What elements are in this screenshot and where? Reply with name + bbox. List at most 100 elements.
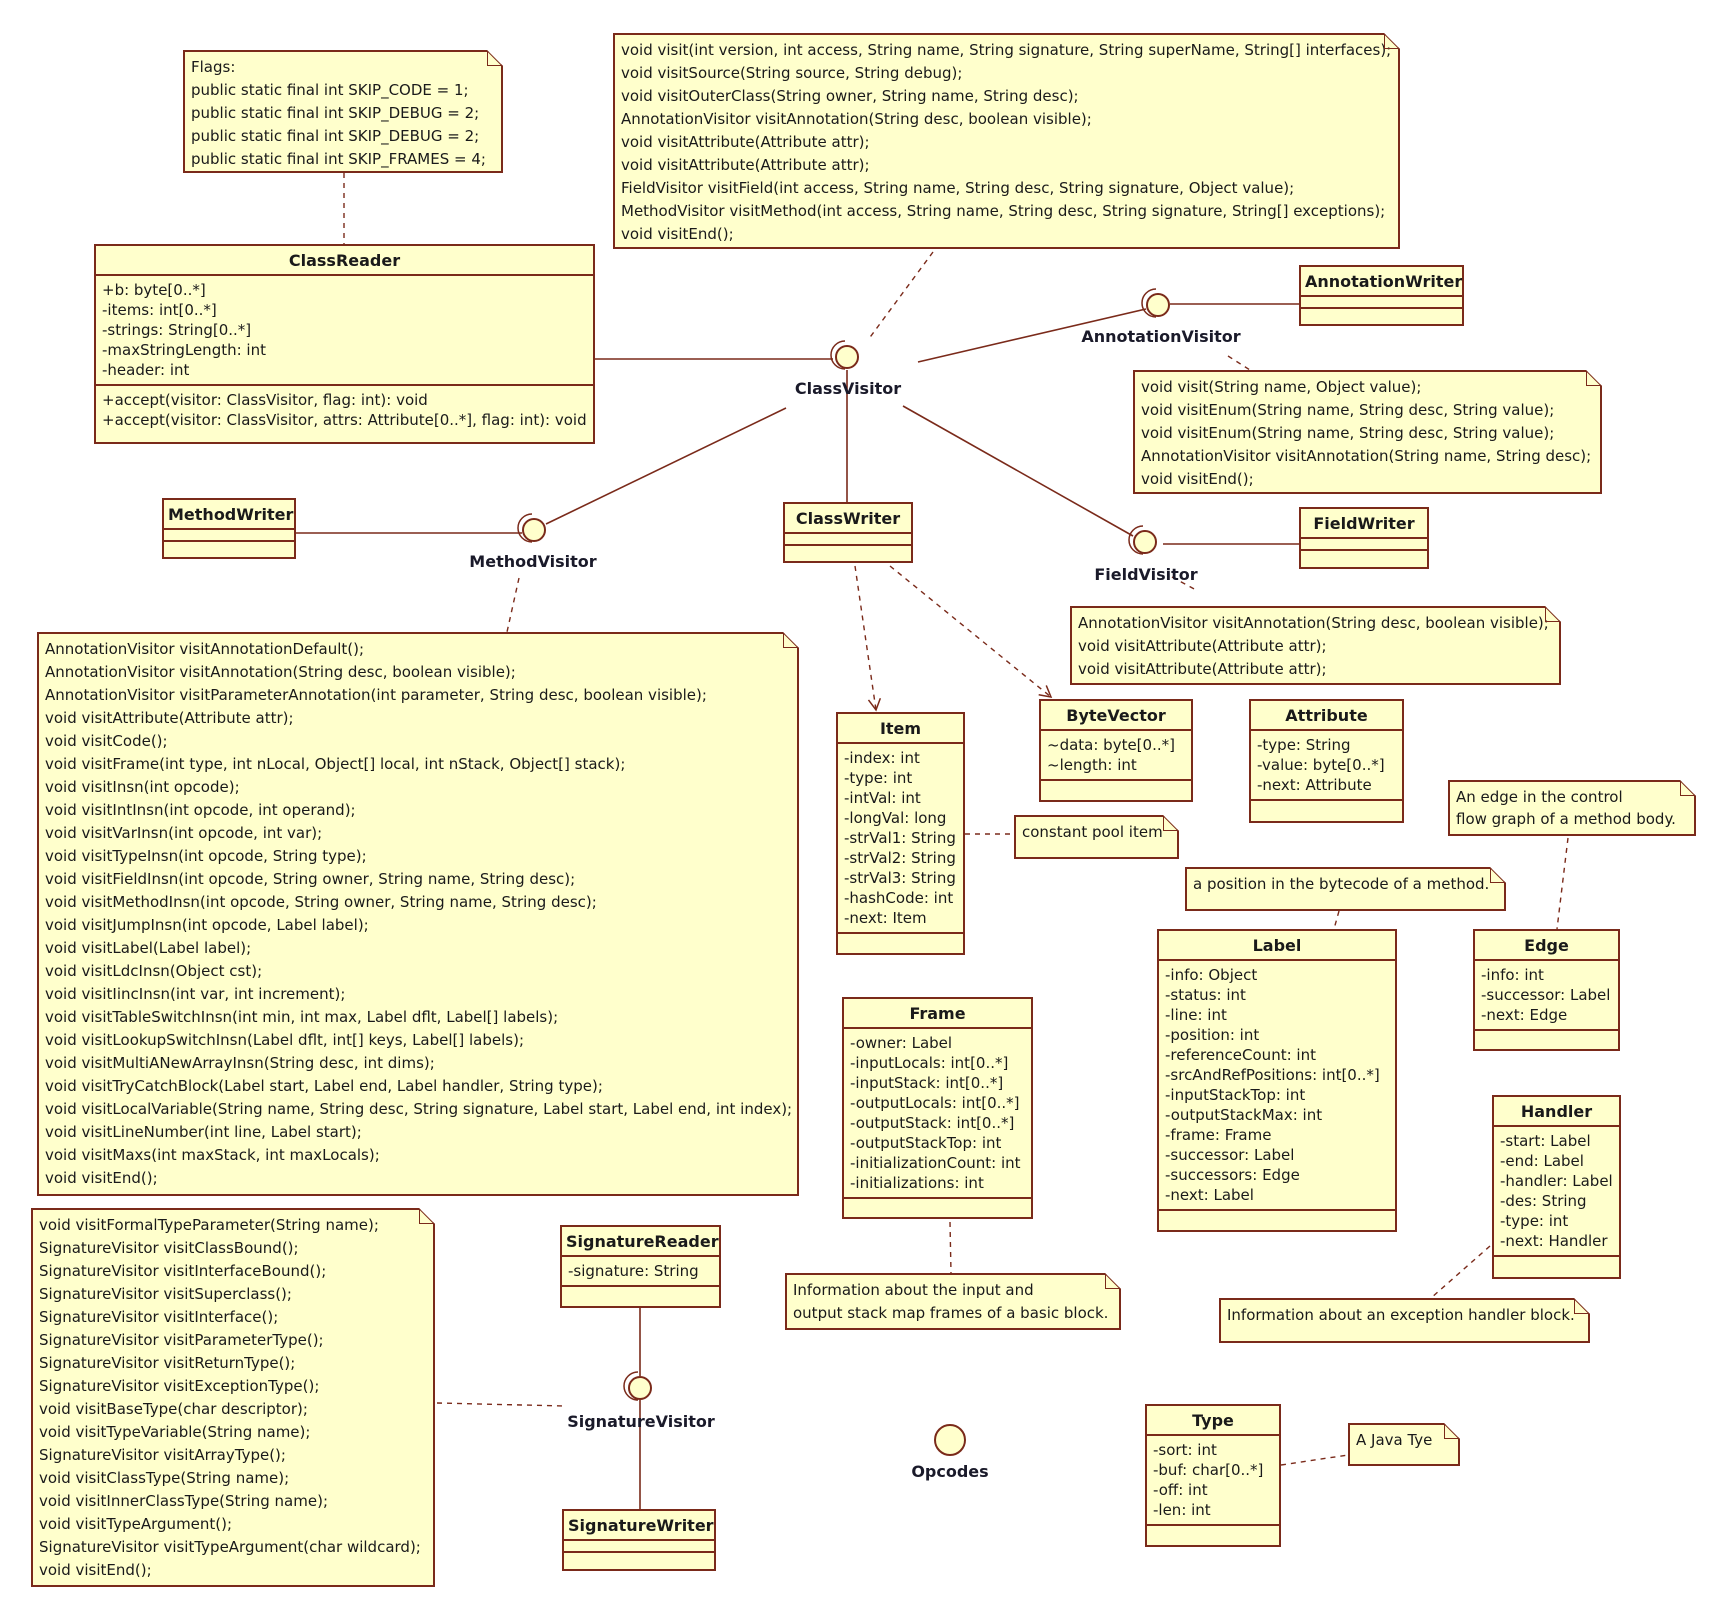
attribute: -next: Attribute — [1257, 776, 1372, 794]
method-writer-class[interactable]: MethodWriter — [162, 498, 296, 559]
note-line: SignatureVisitor visitParameterType(); — [39, 1331, 324, 1349]
class-name: Type — [1147, 1406, 1279, 1436]
attribute: ~length: int — [1047, 756, 1137, 774]
note-line: void visitSource(String source, String d… — [621, 64, 963, 82]
attribute: -outputStackTop: int — [850, 1134, 1002, 1152]
attribute: -next: Item — [844, 909, 927, 927]
class-name: Item — [838, 714, 963, 744]
class-attributes: ~data: byte[0..*] ~length: int — [1041, 731, 1191, 781]
note-line: void visitEnd(); — [621, 225, 734, 243]
class-reader-class[interactable]: ClassReader +b: byte[0..*] -items: int[0… — [94, 244, 595, 444]
note-line: void visitVarInsn(int opcode, int var); — [45, 824, 323, 842]
note-line: void visitLineNumber(int line, Label sta… — [45, 1123, 362, 1141]
anchor-annotationvisitor-note — [1227, 355, 1251, 371]
class-operations — [1475, 1031, 1618, 1053]
item-class[interactable]: Item -index: int -type: int -intVal: int… — [836, 712, 965, 955]
note-line: SignatureVisitor visitArrayType(); — [39, 1446, 286, 1464]
anchor-label-note — [1333, 910, 1340, 930]
class-name: FieldWriter — [1301, 509, 1427, 539]
note-line: void visitEnd(); — [45, 1169, 158, 1187]
attribute: -hashCode: int — [844, 889, 954, 907]
note-line: SignatureVisitor visitInterface(); — [39, 1308, 279, 1326]
note-line: flow graph of a method body. — [1456, 810, 1676, 828]
handler-class[interactable]: Handler -start: Label -end: Label -handl… — [1492, 1095, 1621, 1279]
note-line: constant pool item — [1022, 823, 1163, 841]
annotation-writer-class[interactable]: AnnotationWriter — [1299, 265, 1464, 326]
attribute: -next: Handler — [1500, 1232, 1608, 1250]
label-class[interactable]: Label -info: Object -status: int -line: … — [1157, 929, 1397, 1232]
label-note: a position in the bytecode of a method. — [1185, 867, 1506, 911]
class-attributes: -info: int -successor: Label -next: Edge — [1475, 961, 1618, 1031]
class-name: SignatureWriter — [564, 1511, 714, 1541]
annotation-visitor-label: AnnotationVisitor — [1081, 327, 1241, 346]
method-visitor-interface[interactable] — [517, 513, 546, 543]
class-operations — [564, 1553, 714, 1563]
attribute: -sort: int — [1153, 1441, 1217, 1459]
class-operations — [838, 934, 963, 956]
anchor-handler-note — [1430, 1245, 1491, 1299]
class-operations — [1147, 1526, 1279, 1548]
class-name: ClassReader — [96, 246, 593, 276]
note-line: void visitMultiANewArrayInsn(String desc… — [45, 1054, 435, 1072]
class-operations — [1251, 801, 1402, 823]
frame-class[interactable]: Frame -owner: Label -inputLocals: int[0.… — [842, 997, 1033, 1219]
class-writer-class[interactable]: ClassWriter — [783, 502, 913, 563]
class-attributes — [164, 530, 294, 542]
note-line: AnnotationVisitor visitAnnotationDefault… — [45, 640, 365, 658]
note-line: public static final int SKIP_DEBUG = 2; — [191, 127, 480, 145]
class-name: Frame — [844, 999, 1031, 1029]
class-attributes: +b: byte[0..*] -items: int[0..*] -string… — [96, 276, 593, 386]
attribute: -strVal2: String — [844, 849, 956, 867]
type-class[interactable]: Type -sort: int -buf: char[0..*] -off: i… — [1145, 1404, 1281, 1547]
attribute: -srcAndRefPositions: int[0..*] — [1165, 1066, 1380, 1084]
attribute: -status: int — [1165, 986, 1246, 1004]
note-line: void visitAttribute(Attribute attr); — [1078, 637, 1327, 655]
note-line: void visit(int version, int access, Stri… — [621, 41, 1392, 59]
annotation-visitor-interface[interactable] — [1141, 288, 1170, 318]
frame-note: Information about the input and output s… — [785, 1273, 1121, 1330]
opcodes-interface[interactable] — [934, 1424, 966, 1456]
field-writer-class[interactable]: FieldWriter — [1299, 507, 1429, 569]
anchor-classvisitor-note — [867, 251, 934, 341]
operation: +accept(visitor: ClassVisitor, flag: int… — [102, 391, 428, 409]
handler-note: Information about an exception handler b… — [1219, 1298, 1590, 1343]
field-visitor-interface[interactable] — [1128, 525, 1157, 555]
class-operations — [1494, 1257, 1619, 1279]
note-line: public static final int SKIP_CODE = 1; — [191, 81, 469, 99]
note-line: AnnotationVisitor visitParameterAnnotati… — [45, 686, 707, 704]
anchor-edge-note — [1556, 837, 1569, 930]
note-line: public static final int SKIP_DEBUG = 2; — [191, 104, 480, 122]
attribute: -end: Label — [1500, 1152, 1584, 1170]
signature-writer-class[interactable]: SignatureWriter — [562, 1509, 716, 1571]
attribute: -strings: String[0..*] — [102, 321, 252, 339]
note-line: void visitLocalVariable(String name, Str… — [45, 1100, 793, 1118]
note-line: void visitIincInsn(int var, int incremen… — [45, 985, 346, 1003]
note-line: void visitFrame(int type, int nLocal, Ob… — [45, 755, 626, 773]
note-line: SignatureVisitor visitReturnType(); — [39, 1354, 296, 1372]
class-operations — [785, 546, 911, 556]
class-attributes: -type: String -value: byte[0..*] -next: … — [1251, 731, 1402, 801]
signature-reader-class[interactable]: SignatureReader -signature: String — [560, 1225, 721, 1308]
signature-visitor-interface[interactable] — [623, 1371, 652, 1401]
note-line: void visitEnum(String name, String desc,… — [1141, 401, 1555, 419]
class-name: MethodWriter — [164, 500, 294, 530]
note-line: SignatureVisitor visitInterfaceBound(); — [39, 1262, 327, 1280]
note-line: void visitFieldInsn(int opcode, String o… — [45, 870, 576, 888]
type-note: A Java Tye — [1348, 1423, 1460, 1466]
note-line: A Java Tye — [1356, 1431, 1433, 1449]
attribute: -line: int — [1165, 1006, 1227, 1024]
byte-vector-class[interactable]: ByteVector ~data: byte[0..*] ~length: in… — [1039, 699, 1193, 802]
method-visitor-note: AnnotationVisitor visitAnnotationDefault… — [37, 632, 799, 1196]
class-visitor-interface[interactable] — [830, 340, 859, 370]
attribute: -initializationCount: int — [850, 1154, 1021, 1172]
attribute: -info: Object — [1165, 966, 1258, 984]
attribute: -intVal: int — [844, 789, 921, 807]
attribute: -inputLocals: int[0..*] — [850, 1054, 1009, 1072]
class-operations — [164, 542, 294, 552]
note-line: void visitInsn(int opcode); — [45, 778, 240, 796]
edge-class[interactable]: Edge -info: int -successor: Label -next:… — [1473, 929, 1620, 1051]
attribute-class[interactable]: Attribute -type: String -value: byte[0..… — [1249, 699, 1404, 823]
class-name: Label — [1159, 931, 1395, 961]
attribute: -inputStackTop: int — [1165, 1086, 1306, 1104]
socket-arc-icon — [1141, 288, 1157, 318]
